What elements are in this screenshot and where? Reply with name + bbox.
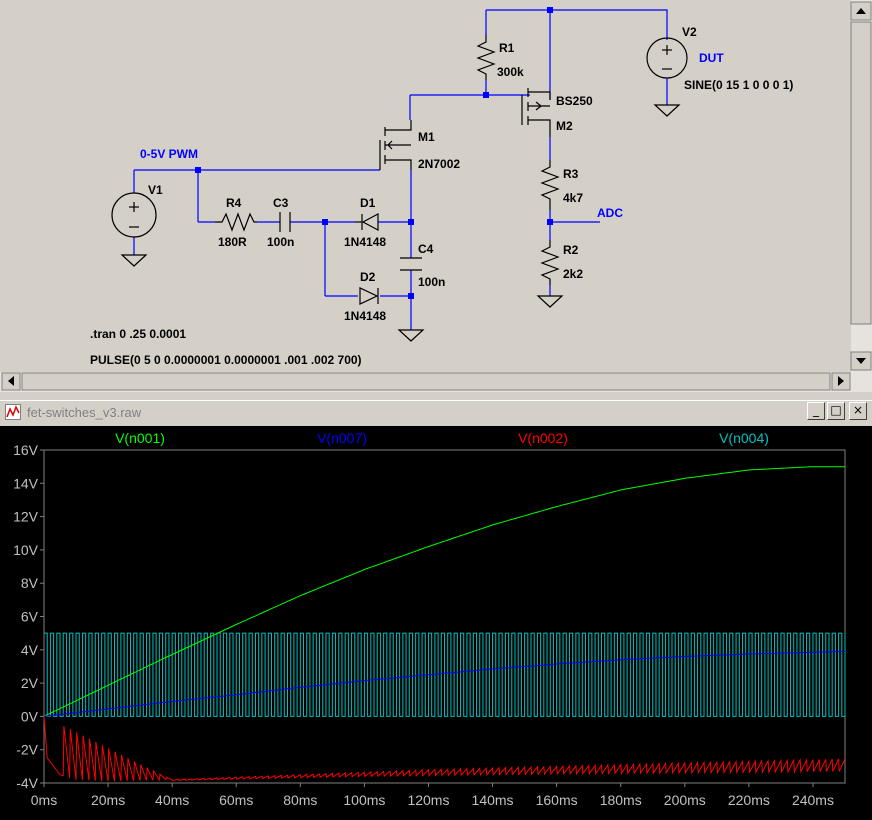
x-tick-label: 140ms: [472, 792, 514, 808]
legend-label-v-n007[interactable]: V(n007): [317, 430, 367, 446]
horizontal-scrollbar[interactable]: [0, 372, 872, 392]
y-tick-label: 12V: [13, 509, 39, 525]
net-label-dut: DUT: [699, 51, 724, 65]
label-d2: D2: [360, 270, 376, 284]
legend-label-v-n002[interactable]: V(n002): [518, 430, 568, 446]
waveform-titlebar[interactable]: fet-switches_v3.raw: [0, 400, 872, 425]
y-tick-label: 14V: [13, 475, 39, 491]
value-v2: SINE(0 15 1 0 0 0 1): [684, 78, 793, 92]
y-tick-label: 6V: [21, 609, 39, 625]
label-v2: V2: [682, 25, 697, 39]
label-c3: C3: [273, 196, 289, 210]
label-d1: D1: [360, 196, 376, 210]
x-tick-label: 160ms: [536, 792, 578, 808]
schematic-canvas[interactable]: 0-5V PWM DUT ADC V1 V2 SINE(0 15 1 0 0 0…: [0, 0, 872, 392]
label-c4: C4: [418, 242, 434, 256]
value-r4: 180R: [218, 235, 247, 249]
spice-directive-pulse[interactable]: PULSE(0 5 0 0.0000001 0.0000001 .001 .00…: [90, 353, 362, 367]
legend-label-v-n001[interactable]: V(n001): [115, 430, 165, 446]
net-label-adc: ADC: [597, 206, 623, 220]
x-tick-label: 20ms: [91, 792, 125, 808]
value-m1: 2N7002: [418, 157, 460, 171]
label-r4: R4: [226, 196, 242, 210]
legend-label-v-n004[interactable]: V(n004): [719, 430, 769, 446]
y-tick-label: -4V: [16, 775, 38, 791]
waveform-app-icon: [5, 404, 21, 420]
label-v1: V1: [148, 183, 163, 197]
x-tick-label: 200ms: [664, 792, 706, 808]
label-m2: M2: [556, 119, 573, 133]
y-tick-label: 8V: [21, 575, 39, 591]
value-r1: 300k: [497, 65, 524, 79]
label-m1: M1: [418, 130, 435, 144]
minimize-button[interactable]: _: [807, 402, 825, 420]
value-r2: 2k2: [563, 267, 583, 281]
y-tick-label: 16V: [13, 442, 39, 458]
value-d1: 1N4148: [344, 235, 386, 249]
x-tick-label: 60ms: [219, 792, 253, 808]
value-m2: BS250: [556, 94, 593, 108]
x-tick-label: 220ms: [728, 792, 770, 808]
y-tick-label: -2V: [16, 742, 38, 758]
spice-directive-tran[interactable]: .tran 0 .25 0.0001: [90, 327, 186, 341]
label-r1: R1: [499, 41, 515, 55]
y-tick-label: 0V: [21, 708, 39, 724]
x-tick-label: 40ms: [155, 792, 189, 808]
value-c3: 100n: [267, 235, 294, 249]
waveform-plot[interactable]: 16V 14V 12V 10V 8V 6V 4V 2V 0V -2V -4V0ms 20ms 40ms 6…: [0, 426, 872, 820]
label-r2: R2: [563, 243, 579, 257]
x-tick-label: 100ms: [343, 792, 385, 808]
x-tick-label: 0ms: [31, 792, 57, 808]
value-d2: 1N4148: [344, 309, 386, 323]
close-button[interactable]: ×: [849, 402, 867, 420]
label-r3: R3: [563, 167, 579, 181]
x-tick-label: 240ms: [792, 792, 834, 808]
y-tick-label: 2V: [21, 675, 39, 691]
x-tick-label: 120ms: [407, 792, 449, 808]
value-r3: 4k7: [563, 191, 583, 205]
waveform-window-title: fet-switches_v3.raw: [27, 405, 142, 420]
x-tick-label: 180ms: [600, 792, 642, 808]
y-tick-label: 4V: [21, 642, 39, 658]
value-c4: 100n: [418, 275, 445, 289]
vertical-scrollbar[interactable]: [850, 0, 872, 372]
y-tick-label: 10V: [13, 542, 39, 558]
maximize-button[interactable]: □: [827, 402, 845, 420]
x-tick-label: 80ms: [283, 792, 317, 808]
net-label-pwm: 0-5V PWM: [140, 147, 198, 161]
